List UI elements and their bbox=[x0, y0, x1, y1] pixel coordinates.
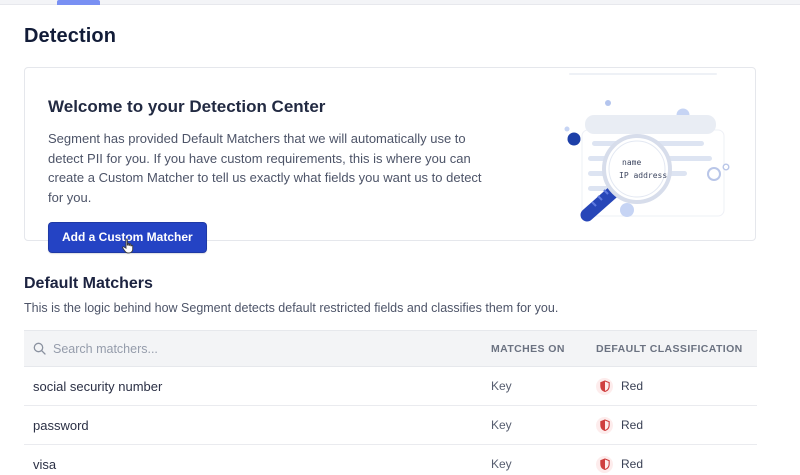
illustration-label-ip-address: IP address bbox=[619, 171, 667, 180]
matcher-name: social security number bbox=[24, 379, 491, 394]
illustration-label-name: name bbox=[622, 158, 641, 167]
classification-label: Red bbox=[621, 418, 643, 432]
matcher-row-visa[interactable]: visa Key Red bbox=[24, 445, 757, 475]
column-header-default-classification: DEFAULT CLASSIFICATION bbox=[596, 343, 757, 355]
matcher-name: password bbox=[24, 418, 491, 433]
search-icon bbox=[33, 342, 46, 355]
welcome-card: Welcome to your Detection Center Segment… bbox=[24, 67, 756, 241]
default-matchers-heading: Default Matchers bbox=[24, 275, 800, 293]
classification-label: Red bbox=[621, 457, 643, 471]
matcher-row-social-security-number[interactable]: social security number Key Red bbox=[24, 367, 757, 406]
add-custom-matcher-label: Add a Custom Matcher bbox=[62, 230, 193, 244]
column-header-matches-on: MATCHES ON bbox=[491, 343, 596, 355]
search-matchers-field[interactable] bbox=[24, 342, 491, 356]
red-classification-shield-icon bbox=[596, 378, 613, 395]
matcher-matches-on: Key bbox=[491, 418, 596, 432]
search-matchers-input[interactable] bbox=[53, 342, 433, 356]
matcher-matches-on: Key bbox=[491, 457, 596, 471]
matcher-name: visa bbox=[24, 457, 491, 472]
matchers-table: MATCHES ON DEFAULT CLASSIFICATION social… bbox=[24, 330, 757, 475]
tab-bar bbox=[0, 0, 800, 5]
matcher-matches-on: Key bbox=[491, 379, 596, 393]
welcome-description: Segment has provided Default Matchers th… bbox=[48, 129, 500, 207]
default-matchers-description: This is the logic behind how Segment det… bbox=[24, 301, 800, 315]
matchers-table-header: MATCHES ON DEFAULT CLASSIFICATION bbox=[24, 330, 757, 367]
red-classification-shield-icon bbox=[596, 456, 613, 473]
detection-illustration: name IP address bbox=[561, 68, 747, 224]
add-custom-matcher-button[interactable]: Add a Custom Matcher bbox=[48, 222, 207, 253]
page-title: Detection bbox=[24, 25, 800, 48]
classification-label: Red bbox=[621, 379, 643, 393]
matcher-row-password[interactable]: password Key Red bbox=[24, 406, 757, 445]
active-tab-indicator[interactable] bbox=[57, 0, 100, 5]
red-classification-shield-icon bbox=[596, 417, 613, 434]
